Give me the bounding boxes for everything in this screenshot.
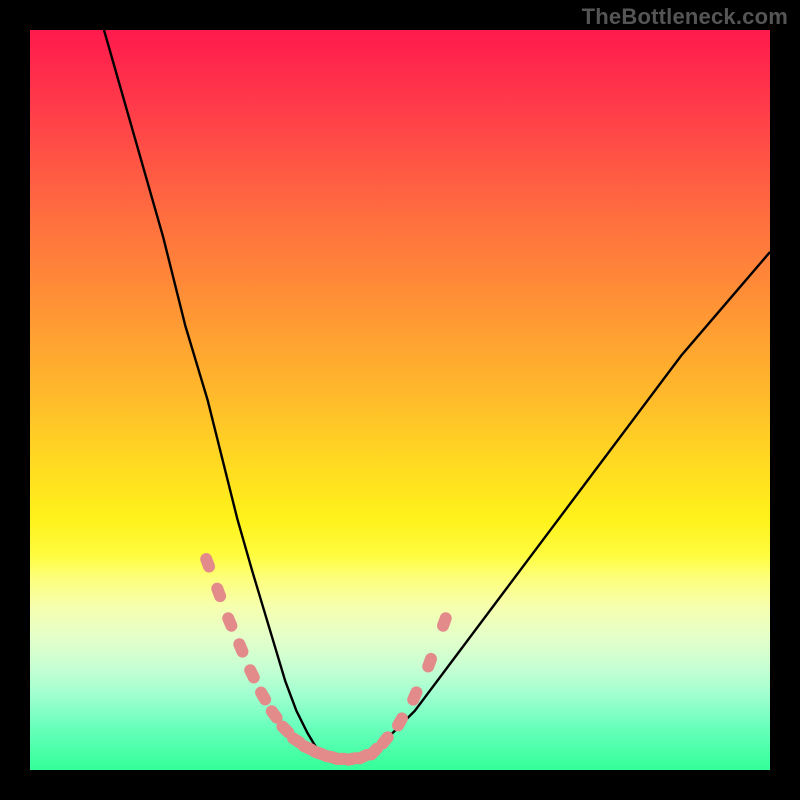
marker-dot [220,610,239,633]
marker-dot [198,551,216,574]
marker-dot [421,651,439,674]
marker-dot [390,710,410,733]
marker-dot [242,662,262,685]
highlighted-markers [198,551,453,766]
marker-dot [253,684,274,707]
marker-dot [405,684,424,707]
plot-area [30,30,770,770]
marker-dot [210,581,228,604]
marker-dot [435,611,453,634]
watermark-text: TheBottleneck.com [582,4,788,30]
chart-frame: TheBottleneck.com [0,0,800,800]
chart-svg [30,30,770,770]
bottleneck-curve [104,30,770,763]
marker-dot [231,636,250,659]
